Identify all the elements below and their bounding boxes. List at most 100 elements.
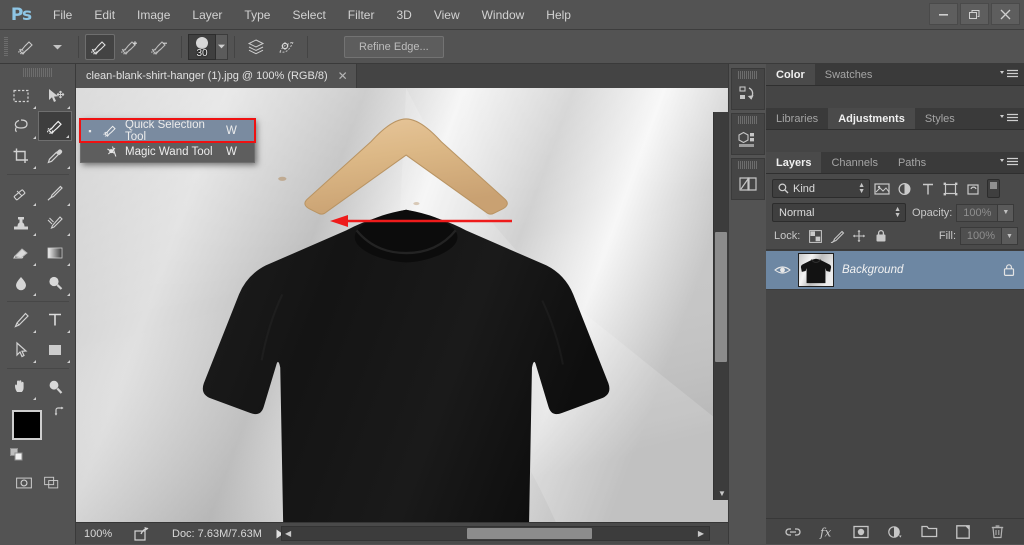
menu-layer[interactable]: Layer [181,0,233,30]
tool-preset-picker[interactable] [12,34,42,60]
lock-image-pixels-icon[interactable] [826,227,848,245]
flyout-item-quick-selection-tool[interactable]: ▪ Quick Selection Tool W [79,118,256,143]
panel-menu-icon[interactable] [999,113,1019,123]
sample-all-layers-button[interactable] [241,34,271,60]
layer-filter-toggle[interactable] [987,179,1000,198]
history-panel-group[interactable] [730,68,765,110]
menu-filter[interactable]: Filter [337,0,386,30]
panel-menu-icon[interactable] [999,157,1019,167]
eyedropper-tool[interactable] [38,141,72,171]
move-tool[interactable] [38,81,72,111]
fill-value[interactable]: 100% [960,227,1002,245]
zoom-tool[interactable] [38,372,72,402]
fill-dropdown[interactable]: ▼ [1002,227,1018,245]
lock-transparent-pixels-icon[interactable] [804,227,826,245]
link-layers-icon[interactable] [784,523,802,541]
table-row[interactable]: Background [766,250,1024,290]
tab-styles[interactable]: Styles [914,108,965,129]
quick-selection-tool[interactable] [37,111,72,141]
minimize-button[interactable] [929,3,958,25]
brush-tool[interactable] [38,178,72,208]
foreground-color-swatch[interactable] [11,410,42,440]
brush-size-dropdown[interactable] [216,33,228,60]
menu-type[interactable]: Type [233,0,281,30]
scroll-left-arrow-icon[interactable]: ◀ [282,529,294,538]
type-layer-filter-icon[interactable] [916,179,939,198]
swap-colors-icon[interactable] [54,406,66,418]
refine-edge-button[interactable]: Refine Edge... [344,35,444,58]
tab-layers[interactable]: Layers [766,152,822,173]
quick-mask-icon[interactable] [15,474,33,492]
tool-preset-dropdown[interactable] [42,34,72,60]
default-colors-icon[interactable] [9,448,24,462]
eraser-tool[interactable] [4,238,38,268]
vertical-scroll-thumb[interactable] [715,232,727,362]
layer-filter-kind-select[interactable]: Kind ▲ ▼ [772,179,870,198]
tool-flyout-menu[interactable]: ▪ Quick Selection Tool W Magic Wand Tool… [79,118,256,163]
pixel-layer-filter-icon[interactable] [870,179,893,198]
blend-mode-select[interactable]: Normal ▲ ▼ [772,203,906,222]
tab-adjustments[interactable]: Adjustments [828,108,915,129]
panel-grip[interactable] [737,71,758,79]
properties-panel-icon[interactable] [732,169,764,199]
smart-object-filter-icon[interactable] [962,179,985,198]
horizontal-scroll-thumb[interactable] [467,528,592,539]
layer-name[interactable]: Background [842,264,994,276]
gradient-tool[interactable] [38,238,72,268]
dodge-tool[interactable] [38,268,72,298]
subtract-from-selection-button[interactable] [145,34,175,60]
brush-size-picker[interactable]: 30 [188,33,216,60]
restore-button[interactable] [960,3,989,25]
menu-edit[interactable]: Edit [83,0,126,30]
canvas-vertical-scrollbar[interactable]: ▼ [713,112,728,500]
share-icon[interactable] [132,525,150,543]
history-brush-tool[interactable] [38,208,72,238]
menu-select[interactable]: Select [281,0,336,30]
menu-view[interactable]: View [423,0,471,30]
pen-tool[interactable] [4,305,38,335]
rectangular-marquee-tool[interactable] [4,81,38,111]
screen-mode-icon[interactable] [43,474,61,492]
menu-image[interactable]: Image [126,0,181,30]
history-panel-icon[interactable] [732,79,764,109]
tab-color[interactable]: Color [766,64,815,85]
blur-tool[interactable] [4,268,38,298]
layer-style-fx-icon[interactable]: fx [818,523,836,541]
horizontal-type-tool[interactable] [38,305,72,335]
path-selection-tool[interactable] [4,335,38,365]
delete-layer-icon[interactable] [988,523,1006,541]
3d-panel-group[interactable] [730,113,765,155]
lock-all-icon[interactable] [870,227,892,245]
toolbox-grip[interactable] [22,68,53,77]
rectangle-tool[interactable] [38,335,72,365]
tab-paths[interactable]: Paths [887,152,937,173]
menu-file[interactable]: File [42,0,83,30]
hand-tool[interactable] [4,372,38,402]
menu-help[interactable]: Help [535,0,582,30]
close-icon[interactable]: ✕ [338,69,348,83]
tab-swatches[interactable]: Swatches [814,64,883,85]
panel-menu-icon[interactable] [999,69,1019,79]
menu-3d[interactable]: 3D [385,0,422,30]
panel-grip[interactable] [737,116,758,124]
properties-panel-group[interactable] [730,158,765,200]
canvas-horizontal-scrollbar[interactable]: ◀ ▶ [281,526,710,541]
layer-thumbnail[interactable] [798,253,834,287]
options-bar-grip[interactable] [0,30,12,64]
auto-enhance-button[interactable] [271,34,301,60]
new-group-icon[interactable] [920,523,938,541]
flyout-item-magic-wand-tool[interactable]: Magic Wand Tool W [81,141,254,162]
close-button[interactable] [991,3,1020,25]
3d-panel-icon[interactable] [732,124,764,154]
crop-tool[interactable] [4,141,38,171]
new-layer-icon[interactable] [954,523,972,541]
image-canvas[interactable]: ▪ Quick Selection Tool W Magic Wand Tool… [76,88,728,522]
add-layer-mask-icon[interactable] [852,523,870,541]
panel-grip[interactable] [737,161,758,169]
clone-stamp-tool[interactable] [4,208,38,238]
document-tab[interactable]: clean-blank-shirt-hanger (1).jpg @ 100% … [76,64,357,88]
scroll-down-arrow-icon[interactable]: ▼ [718,489,726,498]
lasso-tool[interactable] [4,111,38,141]
menu-window[interactable]: Window [471,0,536,30]
shape-layer-filter-icon[interactable] [939,179,962,198]
